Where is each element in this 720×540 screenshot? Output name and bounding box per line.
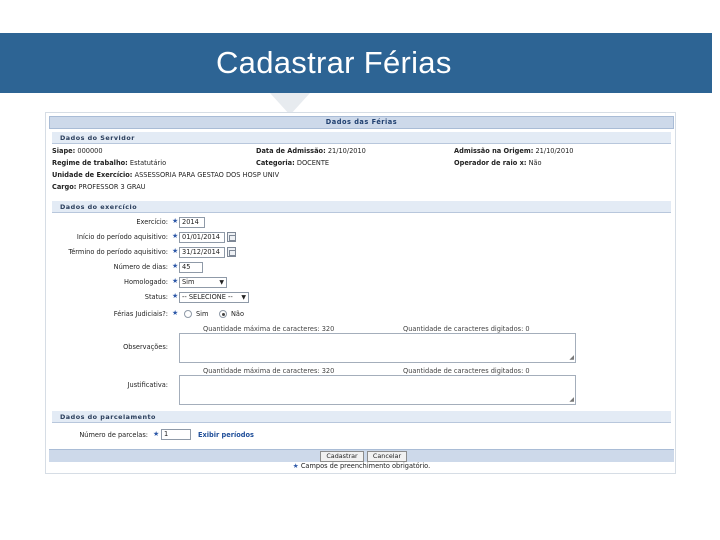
- obs-typed-chars: Quantidade de caracteres digitados: 0: [403, 325, 530, 333]
- homologado-select[interactable]: Sim ▼: [179, 277, 227, 288]
- status-label: Status:: [144, 293, 168, 301]
- status-value: -- SELECIONE --: [182, 293, 233, 301]
- siape-value: 000000: [77, 147, 103, 155]
- required-note-text: Campos de preenchimento obrigatório.: [300, 462, 431, 470]
- form-caption: Dados das Férias: [49, 116, 674, 129]
- unidade-value: ASSESSORIA PARA GESTAO DOS HOSP UNIV: [134, 171, 280, 179]
- form-screenshot: Dados das Férias Dados do Servidor Siape…: [45, 112, 676, 474]
- admissao-origem-label: Admissão na Origem:: [454, 147, 534, 155]
- just-max-chars: Quantidade máxima de caracteres: 320: [203, 367, 335, 375]
- resize-handle-icon[interactable]: ◢: [569, 396, 574, 403]
- required-star-icon: ★: [153, 430, 160, 438]
- siape-field: Siape: 000000: [52, 147, 103, 155]
- numero-dias-input[interactable]: 45: [179, 262, 203, 273]
- exibir-periodos-link[interactable]: Exibir períodos: [198, 431, 254, 439]
- cargo-field: Cargo: PROFESSOR 3 GRAU: [52, 183, 146, 191]
- regime-field: Regime de trabalho: Estatutário: [52, 159, 166, 167]
- radio-nao[interactable]: [219, 310, 227, 318]
- required-star-icon: ★: [172, 292, 179, 300]
- inicio-label: Início do período aquisitivo:: [76, 233, 168, 241]
- dropdown-arrow-icon: ▼: [219, 279, 224, 286]
- parcelas-label: Número de parcelas:: [79, 431, 148, 439]
- radio-nao-label: Não: [231, 310, 245, 318]
- obs-max-chars: Quantidade máxima de caracteres: 320: [203, 325, 335, 333]
- required-star-icon: ★: [172, 277, 179, 285]
- dropdown-arrow-icon: ▼: [241, 294, 246, 301]
- admissao-origem-field: Admissão na Origem: 21/10/2010: [454, 147, 573, 155]
- observacoes-label: Observações:: [123, 343, 168, 351]
- calendar-icon[interactable]: [227, 247, 236, 257]
- section-exercicio: Dados do exercício: [52, 201, 671, 213]
- operador-field: Operador de raio x: Não: [454, 159, 542, 167]
- categoria-field: Categoria: DOCENTE: [256, 159, 329, 167]
- cargo-value: PROFESSOR 3 GRAU: [78, 183, 146, 191]
- justificativa-label: Justificativa:: [127, 381, 168, 389]
- required-star-icon: ★: [172, 309, 179, 317]
- categoria-value: DOCENTE: [296, 159, 330, 167]
- unidade-label: Unidade de Exercício:: [52, 171, 133, 179]
- unidade-field: Unidade de Exercício: ASSESSORIA PARA GE…: [52, 171, 279, 179]
- data-admissao-field: Data de Admissão: 21/10/2010: [256, 147, 366, 155]
- homologado-label: Homologado:: [124, 278, 168, 286]
- required-note: ★ Campos de preenchimento obrigatório.: [46, 462, 677, 470]
- data-admissao-label: Data de Admissão:: [256, 147, 326, 155]
- inicio-input[interactable]: 01/01/2014: [179, 232, 225, 243]
- slide-title: Cadastrar Férias: [216, 45, 452, 80]
- parcelas-input[interactable]: 1: [161, 429, 191, 440]
- termino-input[interactable]: 31/12/2014: [179, 247, 225, 258]
- observacoes-textarea[interactable]: ◢: [179, 333, 576, 363]
- homologado-value: Sim: [182, 278, 195, 286]
- required-star-icon: ★: [292, 462, 299, 470]
- ferias-judiciais-label: Férias Judiciais?:: [113, 310, 168, 318]
- numero-dias-label: Número de dias:: [113, 263, 168, 271]
- exercicio-input[interactable]: 2014: [179, 217, 205, 228]
- cargo-label: Cargo:: [52, 183, 77, 191]
- cadastrar-button[interactable]: Cadastrar: [320, 451, 364, 462]
- section-servidor: Dados do Servidor: [52, 132, 671, 144]
- termino-label: Término do período aquisitivo:: [68, 248, 168, 256]
- categoria-label: Categoria:: [256, 159, 295, 167]
- required-star-icon: ★: [172, 262, 179, 270]
- form-footer: Cadastrar Cancelar: [49, 449, 674, 462]
- data-admissao-value: 21/10/2010: [327, 147, 366, 155]
- regime-label: Regime de trabalho:: [52, 159, 128, 167]
- required-star-icon: ★: [172, 217, 179, 225]
- resize-handle-icon[interactable]: ◢: [569, 354, 574, 361]
- title-bar: Cadastrar Férias: [0, 33, 712, 93]
- radio-sim-label: Sim: [196, 310, 209, 318]
- siape-label: Siape:: [52, 147, 76, 155]
- justificativa-textarea[interactable]: ◢: [179, 375, 576, 405]
- operador-label: Operador de raio x:: [454, 159, 527, 167]
- section-parcelamento: Dados do parcelamento: [52, 411, 671, 423]
- regime-value: Estatutário: [129, 159, 167, 167]
- slide: Cadastrar Férias Dados das Férias Dados …: [0, 0, 720, 540]
- just-typed-chars: Quantidade de caracteres digitados: 0: [403, 367, 530, 375]
- operador-value: Não: [528, 159, 542, 167]
- cancelar-button[interactable]: Cancelar: [367, 451, 407, 462]
- radio-sim[interactable]: [184, 310, 192, 318]
- required-star-icon: ★: [172, 247, 179, 255]
- admissao-origem-value: 21/10/2010: [535, 147, 574, 155]
- calendar-icon[interactable]: [227, 232, 236, 242]
- status-select[interactable]: -- SELECIONE -- ▼: [179, 292, 249, 303]
- exercicio-label: Exercício:: [136, 218, 168, 226]
- required-star-icon: ★: [172, 232, 179, 240]
